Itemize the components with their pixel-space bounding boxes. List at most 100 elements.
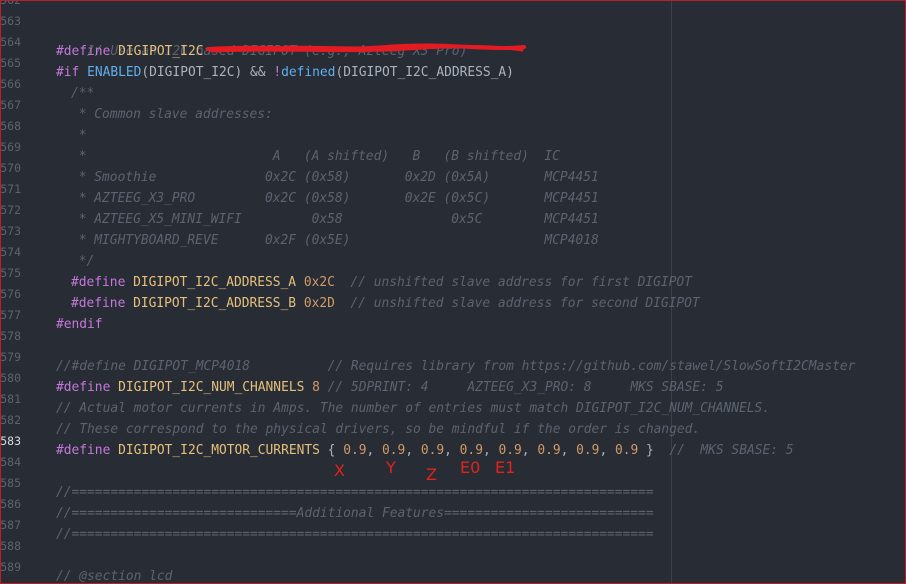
comment: * AZTEEG_X5_MINI_WIFI 0x58 0x5C MCP4451 bbox=[71, 212, 599, 227]
code-line[interactable]: /** bbox=[71, 83, 94, 104]
separator: , bbox=[599, 443, 615, 458]
current-value: 0.9 bbox=[382, 443, 406, 458]
code-line[interactable]: #define DIGIPOT_I2C_ADDRESS_A 0x2C // un… bbox=[71, 272, 692, 293]
code-line[interactable]: #if ENABLED(DIGIPOT_I2C) && !defined(DIG… bbox=[56, 62, 514, 83]
code-line[interactable]: #define DIGIPOT_I2C_NUM_CHANNELS 8 // 5D… bbox=[56, 377, 723, 398]
comment: // MKS SBASE: 5 bbox=[669, 443, 794, 458]
preprocessor-keyword: #if bbox=[56, 65, 80, 80]
code-line[interactable]: // These correspond to the physical driv… bbox=[56, 419, 700, 440]
annotation-e1: E1 bbox=[495, 458, 516, 477]
comment: * MIGHTYBOARD_REVE 0x2F (0x5E) MCP4018 bbox=[71, 233, 599, 248]
current-value: 0.9 bbox=[614, 443, 639, 458]
code-line[interactable]: //======================================… bbox=[56, 524, 654, 545]
function-name: defined bbox=[281, 65, 336, 80]
comment: /** bbox=[71, 86, 95, 101]
code-editor[interactable]: 562 563 564 565 566 567 568 569 570 571 … bbox=[0, 0, 906, 584]
macro-name: DIGIPOT_I2C_ADDRESS_A bbox=[133, 275, 297, 290]
current-value: 0.9 bbox=[343, 443, 367, 458]
code-line[interactable]: // Actual motor currents in Amps. The nu… bbox=[56, 398, 770, 419]
code-line[interactable]: //======================================… bbox=[56, 482, 654, 503]
line-number: 569 bbox=[1, 140, 21, 154]
code-line[interactable]: #define DIGIPOT_I2C bbox=[56, 41, 203, 62]
code-line[interactable]: * A (A shifted) B (B shifted) IC bbox=[71, 146, 560, 167]
current-value: 0.9 bbox=[459, 443, 483, 458]
separator: , bbox=[444, 443, 460, 458]
separator: , bbox=[521, 443, 538, 458]
code-line-active[interactable]: #define DIGIPOT_I2C_MOTOR_CURRENTS { 0.9… bbox=[56, 440, 794, 461]
current-value: 0.9 bbox=[576, 443, 600, 458]
current-value: 0.9 bbox=[498, 443, 522, 458]
comment: //=============================Additiona… bbox=[56, 506, 654, 521]
comment: // Actual motor currents in Amps. The nu… bbox=[56, 401, 770, 416]
preprocessor-keyword: #define bbox=[71, 275, 126, 290]
line-number: 570 bbox=[1, 161, 21, 175]
code-line[interactable]: // @section lcd bbox=[56, 566, 173, 584]
brace-close: } bbox=[638, 443, 654, 458]
line-number: 581 bbox=[1, 392, 21, 406]
comment: //======================================… bbox=[56, 527, 654, 542]
separator: , bbox=[560, 443, 577, 458]
function-name: ENABLED bbox=[87, 65, 142, 80]
code-line[interactable]: #define DIGIPOT_I2C_ADDRESS_B 0x2D // un… bbox=[71, 293, 700, 314]
code-line[interactable]: //=============================Additiona… bbox=[56, 503, 654, 524]
number-literal: 0x2D bbox=[303, 296, 335, 311]
preprocessor-keyword: #define bbox=[56, 443, 111, 458]
macro-name: DIGIPOT_I2C bbox=[118, 44, 204, 59]
annotation-e0: E0 bbox=[460, 458, 481, 477]
current-value: 0.9 bbox=[420, 443, 445, 458]
line-number: 566 bbox=[1, 77, 21, 91]
line-number: 576 bbox=[1, 287, 21, 301]
preprocessor-keyword: #define bbox=[56, 44, 111, 59]
line-number: 589 bbox=[1, 560, 21, 574]
code-line[interactable]: */ bbox=[71, 251, 95, 272]
line-number-active: 583 bbox=[1, 434, 21, 448]
line-number: 573 bbox=[1, 224, 21, 238]
comment: //======================================… bbox=[56, 485, 654, 500]
preprocessor-keyword: #define bbox=[71, 296, 126, 311]
comment: // @section lcd bbox=[56, 569, 173, 584]
line-number: 585 bbox=[1, 476, 21, 490]
line-number: 563 bbox=[1, 14, 21, 28]
code-line[interactable]: // Use an I2C based DIGIPOT (e.g., Aztee… bbox=[56, 20, 467, 59]
number-literal: 0x2C bbox=[303, 275, 335, 290]
operator: ! bbox=[265, 65, 282, 80]
comment: * bbox=[71, 128, 87, 143]
line-number: 565 bbox=[1, 56, 21, 70]
annotation-y: Y bbox=[386, 458, 396, 477]
comment: * Common slave addresses: bbox=[71, 107, 273, 122]
macro-name: DIGIPOT_I2C_ADDRESS_B bbox=[133, 296, 297, 311]
line-number: 575 bbox=[1, 266, 21, 280]
line-number: 572 bbox=[1, 203, 21, 217]
line-number: 586 bbox=[1, 497, 21, 511]
code-line[interactable]: #endif bbox=[56, 314, 103, 335]
annotation-z: Z bbox=[426, 465, 437, 484]
separator: , bbox=[366, 443, 383, 458]
line-number: 578 bbox=[1, 329, 21, 343]
line-number: 582 bbox=[1, 413, 21, 427]
code-line[interactable]: * Smoothie 0x2C (0x58) 0x2D (0x5A) MCP44… bbox=[71, 167, 599, 188]
separator: , bbox=[482, 443, 499, 458]
redaction-scribble bbox=[206, 43, 526, 53]
line-number: 564 bbox=[1, 35, 21, 49]
preprocessor-keyword: #endif bbox=[56, 317, 103, 332]
line-number: 577 bbox=[1, 308, 21, 322]
comment: // 5DPRINT: 4 AZTEEG_X3_PRO: 8 MKS SBASE… bbox=[327, 380, 724, 395]
code-line[interactable]: * bbox=[71, 125, 87, 146]
code-line[interactable]: //#define DIGIPOT_MCP4018 // Requires li… bbox=[56, 356, 855, 377]
line-number: 587 bbox=[1, 518, 21, 532]
line-number-gutter: 562 563 564 565 566 567 568 569 570 571 … bbox=[1, 1, 25, 583]
code-line[interactable]: * AZTEEG_X3_PRO 0x2C (0x58) 0x2E (0x5C) … bbox=[71, 188, 599, 209]
comment: // unshifted slave address for second DI… bbox=[350, 296, 700, 311]
code-line[interactable]: * AZTEEG_X5_MINI_WIFI 0x58 0x5C MCP4451 bbox=[71, 209, 599, 230]
code-line[interactable]: * MIGHTYBOARD_REVE 0x2F (0x5E) MCP4018 bbox=[71, 230, 599, 251]
code-line[interactable]: * Common slave addresses: bbox=[71, 104, 273, 125]
line-number: 580 bbox=[1, 371, 21, 385]
preprocessor-keyword: #define bbox=[56, 380, 111, 395]
comment: //#define DIGIPOT_MCP4018 // Requires li… bbox=[56, 359, 856, 374]
comment: * AZTEEG_X3_PRO 0x2C (0x58) 0x2E (0x5C) … bbox=[71, 191, 599, 206]
comment: * A (A shifted) B (B shifted) IC bbox=[71, 149, 560, 164]
line-number: 567 bbox=[1, 98, 21, 112]
comment: * Smoothie 0x2C (0x58) 0x2D (0x5A) MCP44… bbox=[71, 170, 599, 185]
brace-open: { bbox=[327, 443, 344, 458]
separator: , bbox=[405, 443, 421, 458]
